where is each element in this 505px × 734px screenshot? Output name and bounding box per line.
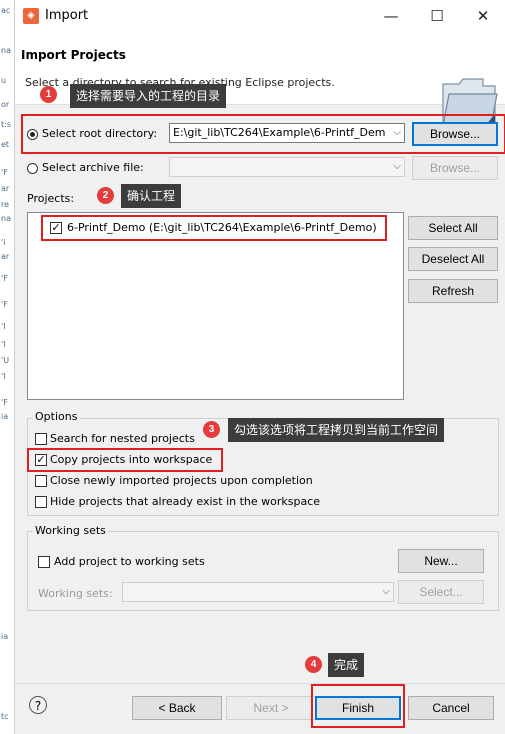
chevron-down-icon[interactable]: ⌵ [393, 124, 401, 142]
strip-text: 'I [1, 322, 6, 331]
strip-text: ar [1, 184, 10, 193]
next-button[interactable]: Next > [226, 696, 316, 720]
strip-text: 'I [1, 340, 6, 349]
options-title: Options [33, 410, 80, 423]
working-sets-combo[interactable]: ⌵ [122, 582, 394, 602]
cancel-button[interactable]: Cancel [408, 696, 494, 720]
archive-combo[interactable]: ⌵ [169, 157, 405, 177]
finish-button[interactable]: Finish [315, 696, 401, 720]
app-icon: ◈ [23, 8, 39, 24]
browse-root-button[interactable]: Browse... [412, 122, 498, 146]
strip-text: na [1, 46, 11, 55]
annotation-badge-1: 1 [40, 86, 57, 103]
strip-text: ia [1, 632, 9, 641]
add-working-set-label: Add project to working sets [54, 555, 205, 568]
background-editor-strip: ac na u or t:s et 'F ar re na 'i ar 'F '… [0, 0, 15, 734]
project-item-label[interactable]: 6-Printf_Demo (E:\git_lib\TC264\Example\… [67, 221, 377, 234]
annotation-tip-4: 完成 [328, 653, 365, 677]
strip-text: et [1, 140, 10, 149]
footer-divider [15, 683, 505, 684]
close-button[interactable]: ✕ [460, 0, 505, 32]
strip-text: 'F [1, 274, 8, 283]
add-working-set-checkbox[interactable] [38, 556, 50, 568]
strip-text: ia [1, 412, 9, 421]
strip-text: t:s [1, 120, 11, 129]
strip-text: na [1, 214, 11, 223]
window-title: Import [45, 8, 89, 23]
annotation-tip-3: 勾选该选项将工程拷贝到当前工作空间 [228, 418, 445, 442]
search-nested-label: Search for nested projects [50, 432, 195, 445]
strip-text: tc [1, 712, 9, 721]
working-sets-title: Working sets [33, 524, 108, 537]
copy-projects-checkbox[interactable]: ✓ [35, 454, 47, 466]
strip-text: 'F [1, 168, 8, 177]
annotation-badge-2: 2 [97, 187, 114, 204]
close-newly-label: Close newly imported projects upon compl… [50, 474, 313, 487]
hide-existing-checkbox[interactable] [35, 496, 47, 508]
strip-text: ar [1, 252, 10, 261]
strip-text: 'F [1, 398, 8, 407]
root-directory-radio[interactable] [27, 129, 38, 140]
chevron-down-icon[interactable]: ⌵ [393, 158, 401, 176]
projects-label: Projects: [27, 192, 75, 205]
archive-radio[interactable] [27, 163, 38, 174]
copy-projects-label: Copy projects into workspace [50, 453, 213, 466]
chevron-down-icon[interactable]: ⌵ [382, 583, 390, 601]
strip-text: 'U [1, 356, 10, 365]
browse-archive-button[interactable]: Browse... [412, 156, 498, 180]
page-title: Import Projects [21, 48, 126, 62]
minimize-button[interactable]: — [368, 0, 414, 32]
hide-existing-label: Hide projects that already exist in the … [50, 495, 321, 508]
back-button[interactable]: < Back [132, 696, 222, 720]
maximize-button[interactable]: ☐ [414, 0, 460, 32]
root-directory-label: Select root directory: [42, 127, 158, 140]
strip-text: u [1, 76, 7, 85]
help-icon[interactable]: ? [29, 696, 47, 714]
search-nested-checkbox[interactable] [35, 433, 47, 445]
working-sets-label: Working sets: [38, 587, 113, 600]
annotation-badge-3: 3 [203, 421, 220, 438]
refresh-button[interactable]: Refresh [408, 279, 498, 303]
root-directory-combo[interactable]: E:\git_lib\TC264\Example\6-Printf_Dem ⌵ [169, 123, 405, 143]
root-directory-value: E:\git_lib\TC264\Example\6-Printf_Dem [173, 126, 386, 139]
import-dialog: ◈ Import — ☐ ✕ Import Projects Select a … [14, 0, 505, 734]
annotation-tip-2: 确认工程 [121, 184, 182, 208]
title-bar[interactable]: ◈ Import — ☐ ✕ [15, 0, 505, 32]
strip-text: or [1, 100, 10, 109]
close-newly-checkbox[interactable] [35, 475, 47, 487]
strip-text: 'F [1, 300, 8, 309]
select-all-button[interactable]: Select All [408, 216, 498, 240]
strip-text: ac [1, 6, 11, 15]
archive-label: Select archive file: [42, 161, 144, 174]
strip-text: 'i [1, 238, 6, 247]
annotation-badge-4: 4 [305, 656, 322, 673]
strip-text: re [1, 200, 10, 209]
new-working-set-button[interactable]: New... [398, 549, 484, 573]
deselect-all-button[interactable]: Deselect All [408, 247, 498, 271]
annotation-tip-1: 选择需要导入的工程的目录 [70, 84, 227, 108]
project-checkbox[interactable]: ✓ [50, 222, 62, 234]
strip-text: 'I [1, 372, 6, 381]
select-working-sets-button[interactable]: Select... [398, 580, 484, 604]
